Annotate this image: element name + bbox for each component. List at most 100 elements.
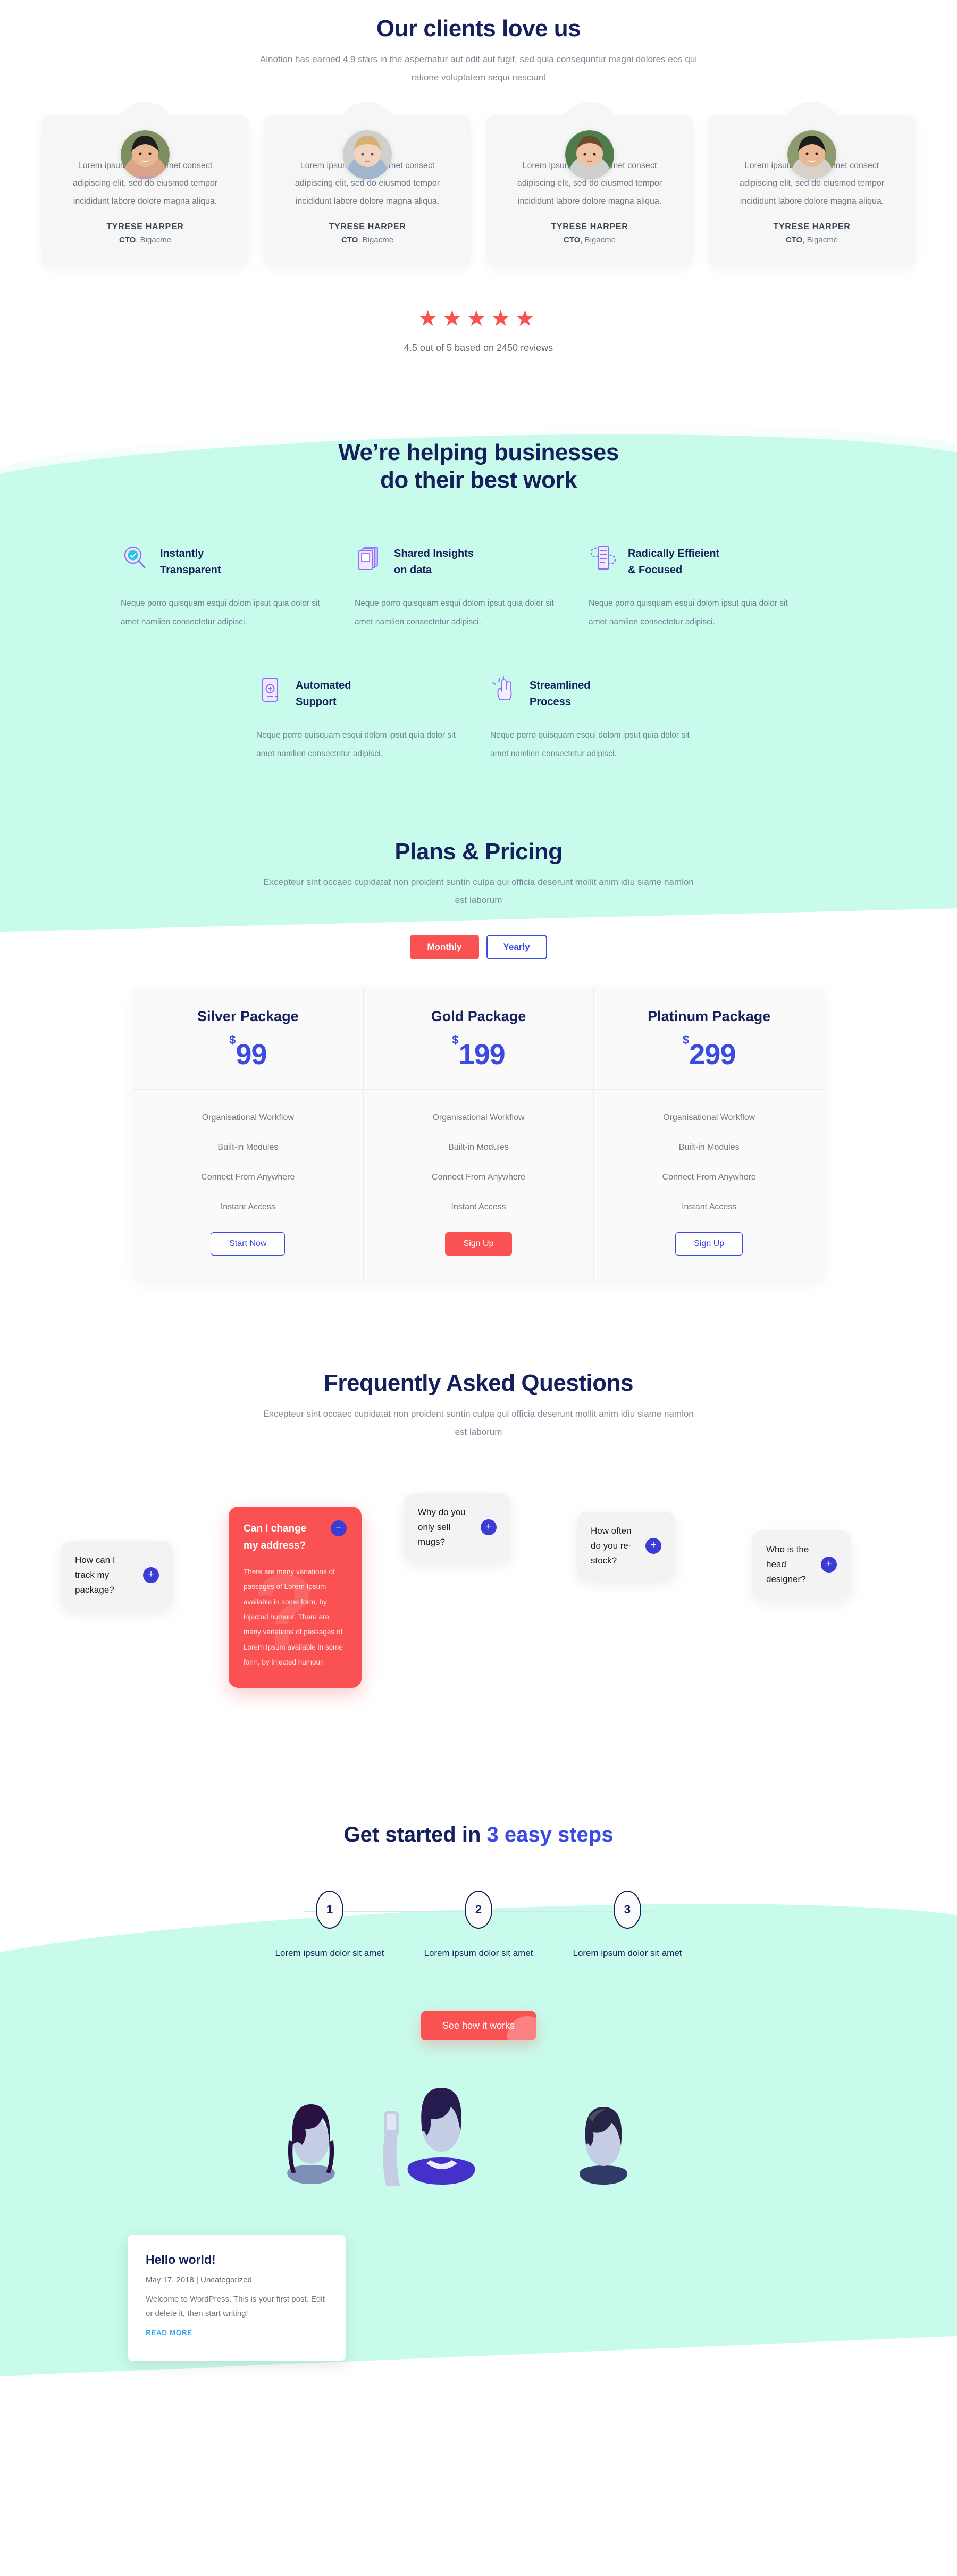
feature-title-line1: Instantly	[160, 548, 204, 560]
testimonial-card: Lorem ipsum dolor sit amet consect adipi…	[41, 115, 249, 266]
avatar	[565, 130, 614, 179]
plan-name: Gold Package	[431, 1008, 526, 1025]
rating-summary: 4.5 out of 5 based on 2450 reviews	[404, 342, 553, 353]
feature-item: Radically Effieient & Focused Neque porr…	[577, 543, 811, 632]
feature-description: Neque porro quisquam esqui dolom ipsut q…	[490, 730, 690, 758]
plan-feature: Organisational Workflow	[202, 1113, 294, 1123]
plan-feature: Organisational Workflow	[432, 1113, 525, 1123]
see-how-it-works-button[interactable]: See how it works	[421, 2011, 536, 2040]
steps-row: 1 Lorem ipsum dolor sit amet 2 Lorem ips…	[268, 1891, 689, 1962]
feature-title-line2: on data	[394, 564, 432, 576]
faq-question: Why do you only sell mugs?	[418, 1507, 466, 1548]
steps-section: Get started in 3 easy steps 1 Lorem ipsu…	[0, 1738, 957, 2186]
plus-icon[interactable]: +	[645, 1538, 661, 1554]
faq-question: Can I change my address?	[244, 1523, 307, 1551]
feature-title-line2: Support	[296, 696, 337, 708]
plan-feature: Connect From Anywhere	[431, 1173, 526, 1182]
avatar	[343, 130, 392, 179]
price-amount: 99	[236, 1039, 267, 1071]
person-man-illustration	[580, 2106, 627, 2185]
see-how-it-works-label: See how it works	[442, 2020, 515, 2031]
faq-card-only-mugs[interactable]: Why do you only sell mugs? +	[404, 1493, 510, 1562]
feature-description: Neque porro quisquam esqui dolom ipsut q…	[256, 730, 456, 758]
read-more-link[interactable]: READ MORE	[146, 2329, 192, 2337]
faq-card-list: How can I track my package? + ? Can I ch…	[0, 1488, 957, 1738]
billing-monthly-button[interactable]: Monthly	[410, 935, 479, 960]
feature-item: Instantly Transparent Neque porro quisqu…	[109, 543, 343, 632]
plan-feature: Instant Access	[220, 1202, 275, 1212]
plan-name: Silver Package	[197, 1008, 299, 1025]
feature-header: Shared Insights on data	[355, 543, 565, 579]
feature-description: Neque porro quisquam esqui dolom ipsut q…	[121, 599, 320, 627]
faq-title: Frequently Asked Questions	[324, 1370, 633, 1396]
steps-title-prefix: Get started in	[343, 1823, 487, 1847]
plan-body: Organisational Workflow Built-in Modules…	[364, 1090, 594, 1280]
feature-title-line1: Radically Effieient	[628, 548, 720, 560]
feature-title-line1: Automated	[296, 679, 351, 691]
document-gear-icon	[589, 543, 617, 572]
plus-icon[interactable]: +	[481, 1519, 497, 1536]
plan-cta-button[interactable]: Sign Up	[675, 1232, 743, 1256]
blog-post-title: Hello world!	[146, 2252, 216, 2266]
steps-title-highlight: 3 easy steps	[486, 1823, 614, 1847]
plan-feature: Built-in Modules	[448, 1143, 509, 1152]
feature-grid: Instantly Transparent Neque porro quisqu…	[109, 543, 848, 764]
feature-header: Radically Effieient & Focused	[589, 543, 799, 579]
testimonial-company: , Bigacme	[358, 235, 394, 245]
step-item: 1 Lorem ipsum dolor sit amet	[268, 1891, 391, 1962]
plan-body: Organisational Workflow Built-in Modules…	[594, 1090, 824, 1280]
feature-header: Streamlined Process	[490, 675, 701, 710]
testimonial-card: Lorem ipsum dolor sit amet consect adipi…	[264, 115, 471, 266]
faq-answer: There are many variations of passages of…	[244, 1567, 343, 1667]
billing-yearly-button[interactable]: Yearly	[486, 935, 547, 960]
testimonial-role-title: CTO	[785, 235, 803, 245]
testimonials-subtitle: Ainotion has earned 4.9 stars in the asp…	[259, 54, 698, 82]
blog-post-excerpt: Welcome to WordPress. This is your first…	[146, 2294, 325, 2319]
plan-feature: Instant Access	[682, 1202, 737, 1212]
faq-card-restock[interactable]: How often do you re-stock? +	[577, 1512, 675, 1580]
plus-icon[interactable]: +	[821, 1557, 837, 1573]
feature-title-line2: Process	[530, 696, 571, 708]
features-section: We’re helping businesses do their best w…	[0, 354, 957, 764]
person-woman-illustration	[287, 2104, 335, 2184]
faq-question: How often do you re-stock?	[591, 1526, 632, 1566]
stacked-books-icon	[355, 543, 383, 572]
plan-feature: Connect From Anywhere	[662, 1173, 756, 1182]
testimonial-company: , Bigacme	[580, 235, 616, 245]
testimonial-role-title: CTO	[341, 235, 358, 245]
steps-cta-wrapper: See how it works	[0, 2011, 957, 2043]
testimonial-company: , Bigacme	[802, 235, 838, 245]
avatar	[121, 130, 170, 179]
testimonials-title: Our clients love us	[376, 15, 581, 41]
feature-item: Shared Insights on data Neque porro quis…	[343, 543, 577, 632]
plan-body: Organisational Workflow Built-in Modules…	[133, 1090, 363, 1280]
plan-cta-button[interactable]: Start Now	[211, 1232, 286, 1256]
minus-icon[interactable]: −	[331, 1520, 347, 1537]
step-number-badge: 3	[614, 1891, 641, 1929]
plan-feature: Instant Access	[451, 1202, 506, 1212]
step-label: Lorem ipsum dolor sit amet	[275, 1948, 384, 1959]
currency-symbol: $	[683, 1033, 690, 1047]
step-label: Lorem ipsum dolor sit amet	[424, 1948, 533, 1959]
billing-period-toggle: Monthly Yearly	[0, 935, 957, 960]
faq-section: Frequently Asked Questions Excepteur sin…	[0, 1280, 957, 1738]
feature-title-line2: Transparent	[160, 564, 221, 576]
plan-header: Silver Package $99	[133, 987, 363, 1090]
feature-title: Shared Insights on data	[394, 543, 474, 579]
plan-cta-button[interactable]: Sign Up	[444, 1232, 513, 1256]
feature-title: Automated Support	[296, 675, 351, 710]
faq-card-change-address[interactable]: ? Can I change my address? − There are m…	[229, 1507, 362, 1688]
mobile-download-icon	[256, 675, 285, 704]
testimonial-role: CTO, Bigacme	[728, 236, 895, 245]
feature-header: Automated Support	[256, 675, 467, 710]
testimonial-role: CTO, Bigacme	[62, 236, 229, 245]
testimonials-section: Our clients love us Ainotion has earned …	[0, 0, 957, 354]
plus-icon[interactable]: +	[143, 1567, 159, 1584]
faq-card-track-package[interactable]: How can I track my package? +	[61, 1541, 173, 1610]
faq-card-head-designer[interactable]: Who is the head designer? +	[752, 1530, 851, 1599]
testimonial-author: TYRESE HARPER	[106, 222, 184, 231]
plan-price: $199	[364, 1034, 594, 1069]
avatar	[787, 130, 836, 179]
star-rating: ★★★★★	[0, 307, 957, 330]
feature-title-line1: Streamlined	[530, 679, 591, 691]
